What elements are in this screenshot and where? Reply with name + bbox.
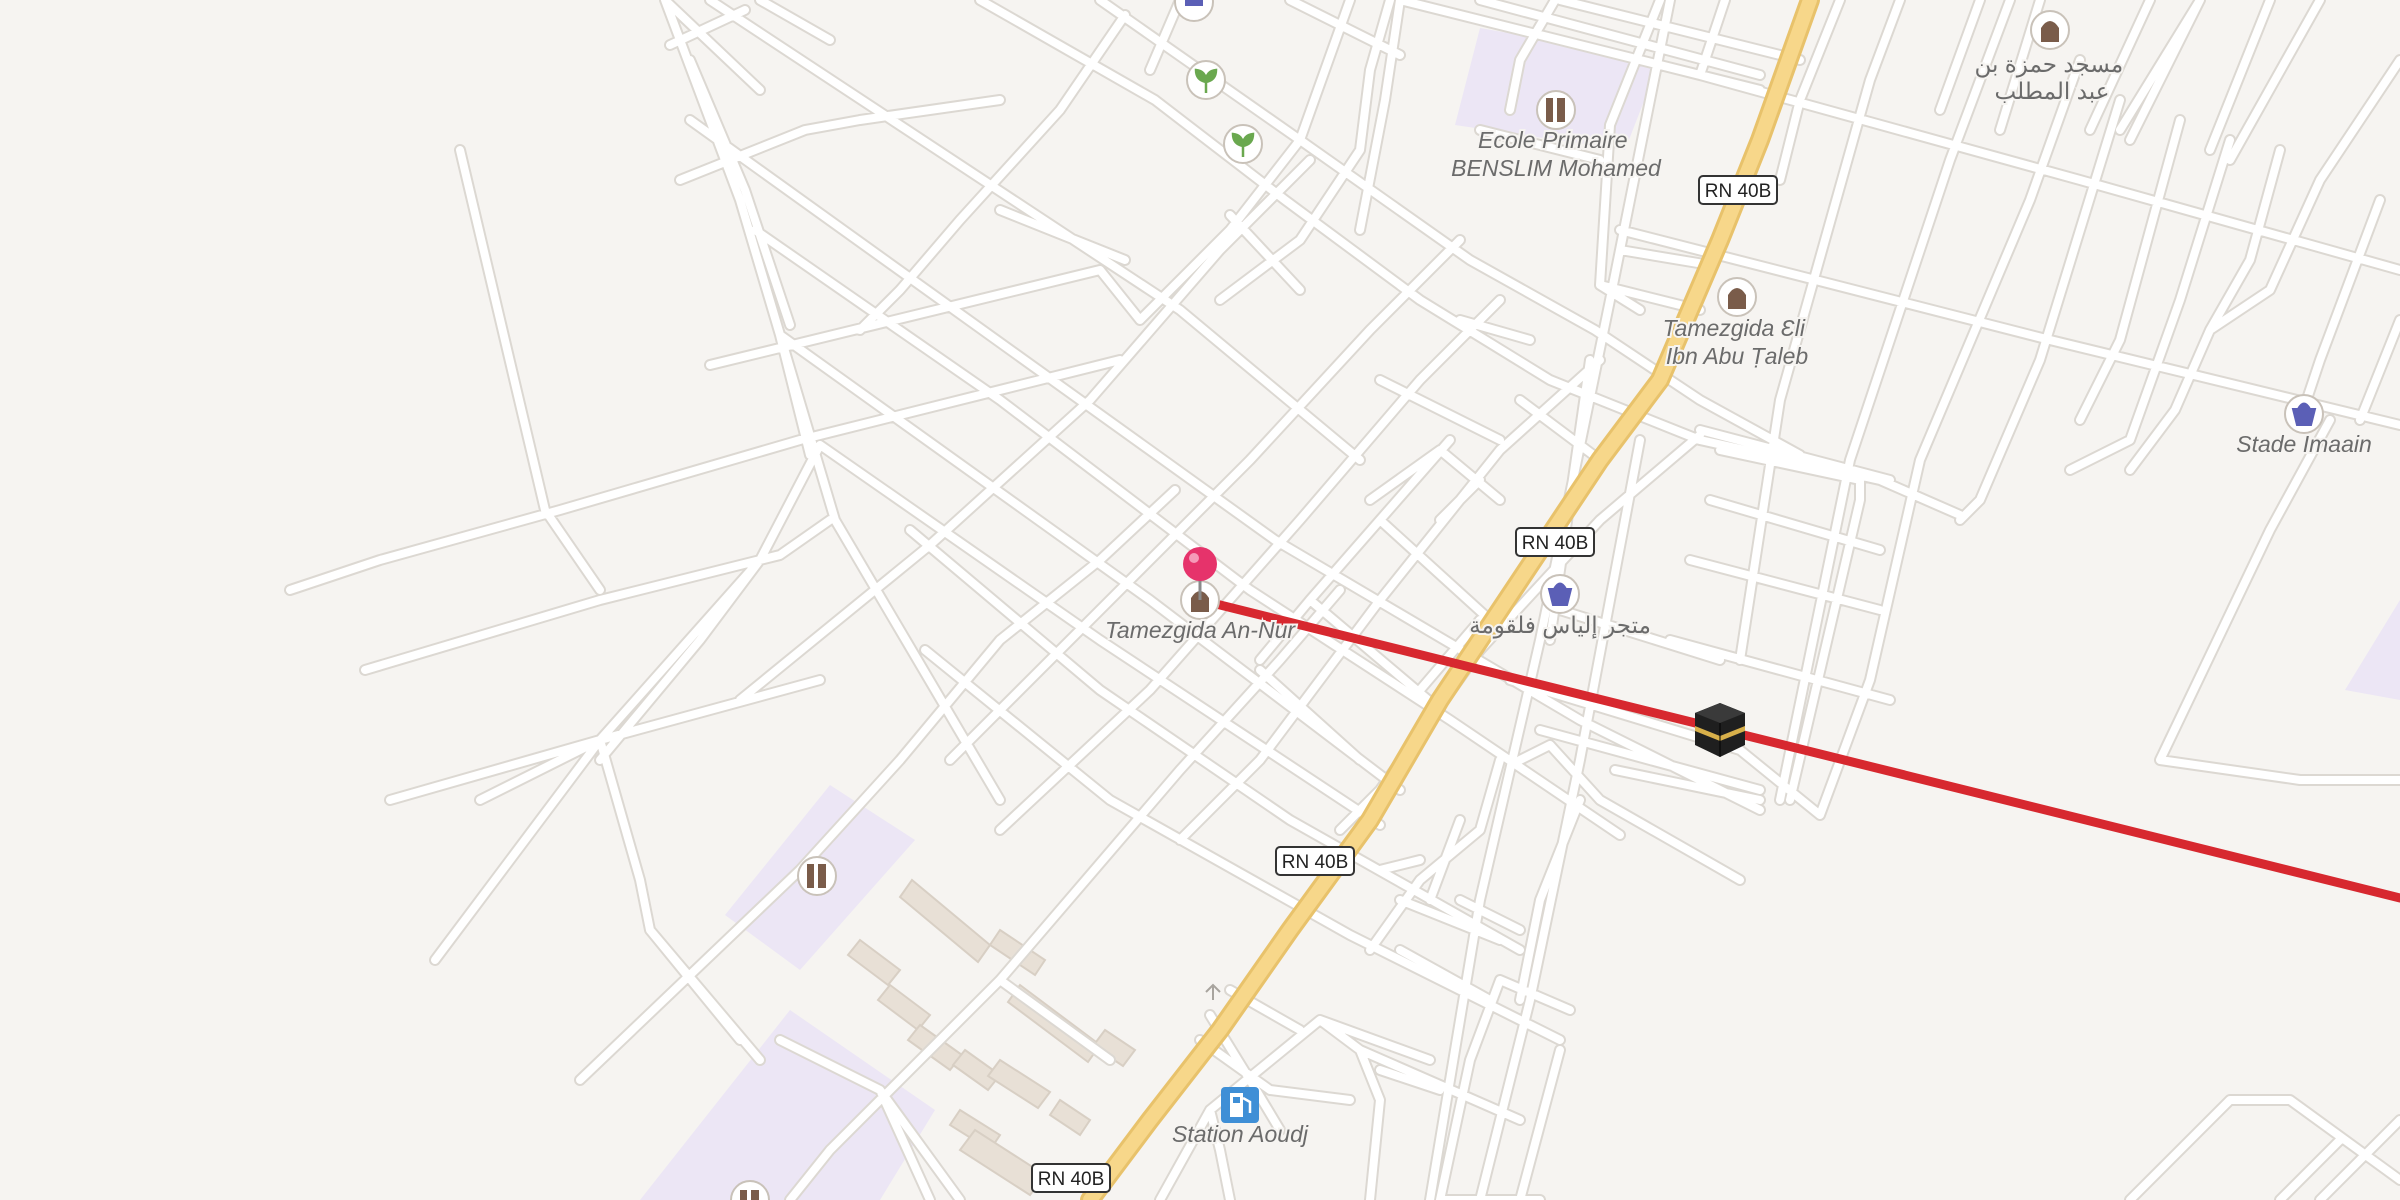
poi-label: Stade Imaain <box>2236 431 2372 457</box>
road-shield-3[interactable]: RN 40B <box>1275 846 1355 876</box>
road-shield-4[interactable]: RN 40B <box>1031 1163 1111 1193</box>
poi-garden-1[interactable] <box>1186 60 1226 100</box>
map-layer[interactable]: RN 40B RN 40B RN 40B RN 40B Ecole Primai… <box>0 0 2400 1200</box>
poi-label: Tamezgida An-Nur <box>1105 617 1296 643</box>
road-shield-label: RN 40B <box>1705 181 1772 202</box>
road-shield-label: RN 40B <box>1282 852 1349 873</box>
poi-label: Station Aoudj <box>1172 1121 1309 1147</box>
poi-label: مسجد حمزة بن عبد المطلب <box>1974 51 2129 104</box>
poi-garden-2[interactable] <box>1223 124 1263 164</box>
road-shield-2[interactable]: RN 40B <box>1515 527 1595 557</box>
road-shield-label: RN 40B <box>1038 1169 1105 1190</box>
poi-school-sw[interactable] <box>797 856 837 896</box>
school-icon <box>797 856 837 896</box>
road-shield-1[interactable]: RN 40B <box>1698 175 1778 205</box>
poi-label: متجر إلياس فلقومة <box>1469 612 1651 640</box>
map-canvas[interactable]: RN 40B RN 40B RN 40B RN 40B Ecole Primai… <box>0 0 2400 1200</box>
school-icon <box>1536 90 1576 130</box>
road-shield-label: RN 40B <box>1522 533 1589 554</box>
